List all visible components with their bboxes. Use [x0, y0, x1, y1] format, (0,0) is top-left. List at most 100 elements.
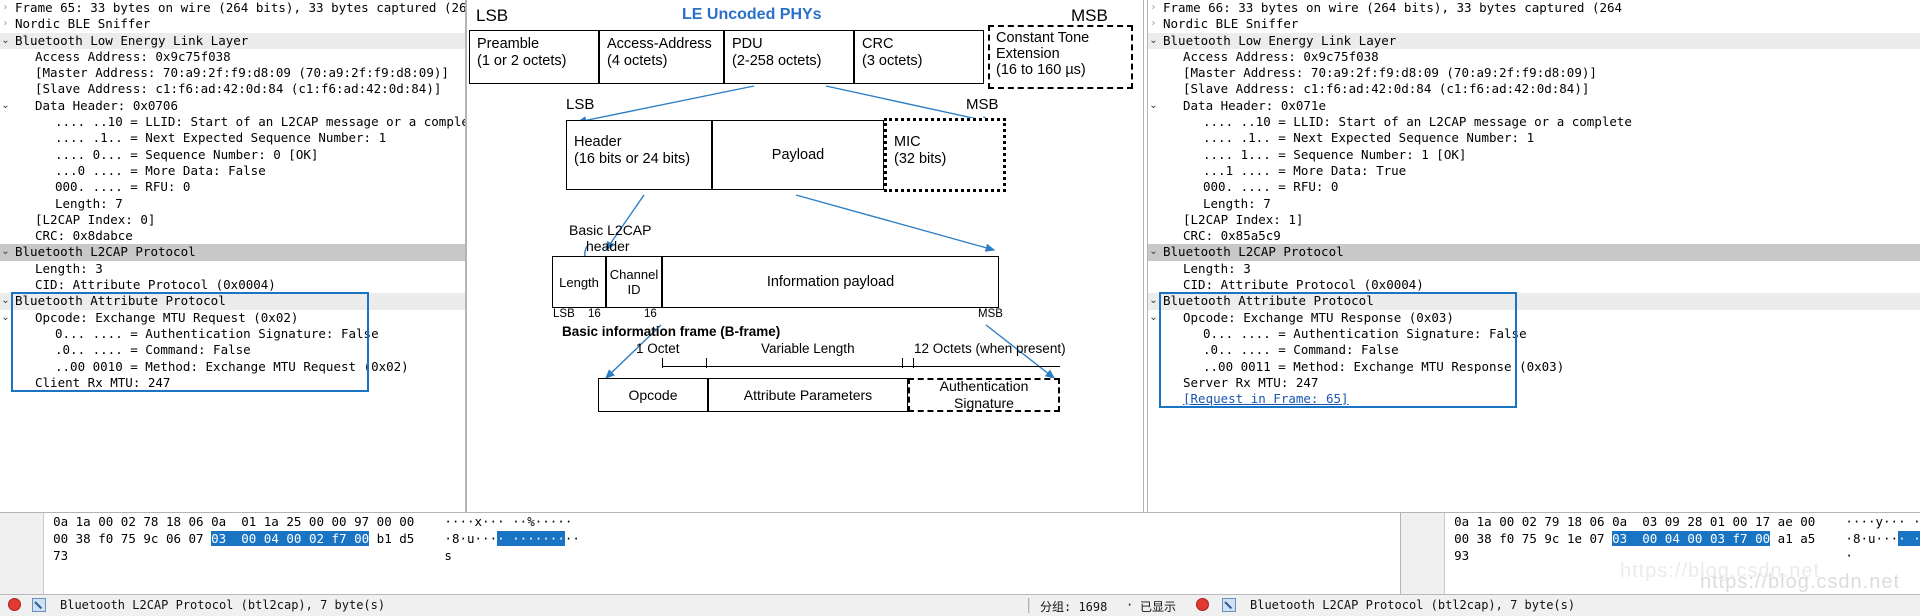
detail-row-label: CRC: 0x85a5c9 — [1183, 228, 1281, 244]
detail-row[interactable]: ⌄ Bluetooth Attribute Protocol — [0, 293, 465, 310]
detail-row[interactable]: Server Rx MTU: 247 — [1148, 375, 1920, 391]
detail-row-label: [L2CAP Index: 0] — [35, 211, 156, 227]
detail-row-label: 000. .... = RFU: 0 — [55, 179, 191, 195]
detail-row[interactable]: Access Address: 0x9c75f038 — [0, 49, 465, 65]
detail-row[interactable]: Length: 7 — [1148, 196, 1920, 212]
chevron-down-icon[interactable]: ⌄ — [0, 33, 11, 49]
chevron-down-icon[interactable]: ⌄ — [1148, 98, 1159, 114]
detail-row[interactable]: .... .1.. = Next Expected Sequence Numbe… — [1148, 130, 1920, 146]
detail-row[interactable]: .... ..10 = LLID: Start of an L2CAP mess… — [0, 114, 465, 130]
detail-row-label: 0... .... = Authentication Signature: Fa… — [55, 325, 379, 341]
detail-row[interactable]: 0... .... = Authentication Signature: Fa… — [1148, 326, 1920, 342]
chevron-down-icon[interactable]: ⌄ — [0, 98, 11, 114]
detail-row[interactable]: ⌄ Bluetooth Low Energy Link Layer — [1148, 32, 1920, 49]
detail-row[interactable]: Access Address: 0x9c75f038 — [1148, 49, 1920, 65]
hex-bytes-trailing: b1 d5 — [369, 531, 415, 546]
detail-row[interactable]: › Nordic BLE Sniffer — [1148, 16, 1920, 32]
detail-row[interactable]: CID: Attribute Protocol (0x0004) — [1148, 277, 1920, 293]
detail-row-label[interactable]: [Request in Frame: 65] — [1183, 391, 1349, 407]
detail-row[interactable]: Length: 7 — [0, 196, 465, 212]
l2cap-lsb-label: LSB — [553, 308, 575, 320]
detail-row[interactable]: 000. .... = RFU: 0 — [0, 179, 465, 195]
detail-row[interactable]: 000. .... = RFU: 0 — [1148, 179, 1920, 195]
detail-row[interactable]: ...0 .... = More Data: False — [0, 163, 465, 179]
detail-row-label: Bluetooth Low Energy Link Layer — [1163, 32, 1397, 48]
att-size-opcode: 1 Octet — [636, 341, 680, 356]
detail-row[interactable]: Length: 3 — [1148, 261, 1920, 277]
detail-row[interactable]: .... .1.. = Next Expected Sequence Numbe… — [0, 130, 465, 146]
chevron-right-icon[interactable]: › — [0, 16, 11, 32]
phy-field-access-address-name: Access-Address — [607, 36, 712, 52]
status-record-icon[interactable] — [8, 598, 21, 612]
chevron-right-icon[interactable]: › — [1148, 16, 1159, 32]
chevron-right-icon[interactable]: › — [1148, 0, 1159, 16]
status-edit-icon-right[interactable] — [1222, 598, 1236, 613]
detail-row-label: Frame 66: 33 bytes on wire (264 bits), 3… — [1163, 0, 1623, 15]
detail-row[interactable]: CRC: 0x8dabce — [0, 228, 465, 244]
packet-details-right[interactable]: › Frame 66: 33 bytes on wire (264 bits), … — [1147, 0, 1920, 512]
status-edit-icon[interactable] — [32, 598, 46, 613]
detail-row[interactable]: › Frame 66: 33 bytes on wire (264 bits), … — [1148, 0, 1920, 16]
detail-row[interactable]: ..00 0010 = Method: Exchange MTU Request… — [0, 359, 465, 375]
hex-dump-right[interactable]: 0000 0a 1a 00 02 79 18 06 0a 03 09 28 01… — [1400, 512, 1920, 594]
detail-row[interactable]: ⌄ Bluetooth L2CAP Protocol — [0, 244, 465, 261]
chevron-down-icon[interactable]: ⌄ — [1148, 33, 1159, 49]
detail-row[interactable]: [Slave Address: c1:f6:ad:42:0d:84 (c1:f6… — [1148, 81, 1920, 97]
detail-row[interactable]: ⌄ Opcode: Exchange MTU Request (0x02) — [0, 310, 465, 326]
detail-row[interactable]: .0.. .... = Command: False — [0, 342, 465, 358]
detail-row-label: Data Header: 0x071e — [1183, 97, 1326, 113]
detail-row[interactable]: .... 0... = Sequence Number: 0 [OK] — [0, 147, 465, 163]
detail-row[interactable]: CRC: 0x85a5c9 — [1148, 228, 1920, 244]
chevron-down-icon[interactable]: ⌄ — [0, 310, 11, 326]
hex-row[interactable]: 0020 73 s — [0, 547, 620, 564]
detail-row-label: [Slave Address: c1:f6:ad:42:0d:84 (c1:f6… — [1183, 81, 1590, 97]
detail-row[interactable]: ⌄ Bluetooth Low Energy Link Layer — [0, 32, 465, 49]
detail-row[interactable]: CID: Attribute Protocol (0x0004) — [0, 277, 465, 293]
detail-row-label: Length: 7 — [1203, 195, 1271, 211]
hex-row[interactable]: 0010 00 38 f0 75 9c 06 07 03 00 04 00 02… — [0, 530, 620, 547]
hex-row[interactable]: 0020 93 · — [1401, 547, 1920, 564]
hex-row[interactable]: 0000 0a 1a 00 02 78 18 06 0a 01 1a 25 00… — [0, 513, 620, 530]
detail-row[interactable]: .... 1... = Sequence Number: 1 [OK] — [1148, 147, 1920, 163]
detail-row[interactable]: Client Rx MTU: 247 — [0, 375, 465, 391]
detail-row[interactable]: [L2CAP Index: 1] — [1148, 212, 1920, 228]
detail-row[interactable]: [L2CAP Index: 0] — [0, 212, 465, 228]
status-record-icon-right[interactable] — [1152, 598, 1209, 612]
detail-row[interactable]: ...1 .... = More Data: True — [1148, 163, 1920, 179]
hex-row[interactable]: 0010 00 38 f0 75 9c 1e 07 03 00 04 00 03… — [1401, 530, 1920, 547]
detail-row[interactable]: 0... .... = Authentication Signature: Fa… — [0, 326, 465, 342]
hex-dump-left[interactable]: 0000 0a 1a 00 02 78 18 06 0a 01 1a 25 00… — [0, 512, 620, 594]
detail-row[interactable]: ⌄ Data Header: 0x071e — [1148, 98, 1920, 114]
detail-row[interactable]: .... ..10 = LLID: Start of an L2CAP mess… — [1148, 114, 1920, 130]
hex-row[interactable]: 0000 0a 1a 00 02 79 18 06 0a 03 09 28 01… — [1401, 513, 1920, 530]
detail-row[interactable]: [Master Address: 70:a9:2f:f9:d8:09 (70:a… — [1148, 65, 1920, 81]
basic-l2cap-header-label-line1: Basic L2CAP — [569, 222, 652, 238]
chevron-down-icon[interactable]: ⌄ — [1148, 244, 1159, 260]
detail-row-label: Length: 3 — [1183, 260, 1251, 276]
detail-row[interactable]: [Slave Address: c1:f6:ad:42:0d:84 (c1:f6… — [0, 81, 465, 97]
detail-row[interactable]: ⌄ Opcode: Exchange MTU Response (0x03) — [1148, 310, 1920, 326]
phy-field-access-address-size: (4 octets) — [607, 53, 668, 69]
chevron-down-icon[interactable]: ⌄ — [0, 293, 11, 309]
detail-row[interactable]: ..00 0011 = Method: Exchange MTU Respons… — [1148, 359, 1920, 375]
packet-details-left[interactable]: › Frame 65: 33 bytes on wire (264 bits), … — [0, 0, 466, 512]
detail-row[interactable]: ⌄ Data Header: 0x0706 — [0, 98, 465, 114]
detail-row[interactable]: Length: 3 — [0, 261, 465, 277]
detail-row[interactable]: [Request in Frame: 65] — [1148, 391, 1920, 407]
chevron-right-icon[interactable]: › — [0, 0, 11, 16]
chevron-down-icon[interactable]: ⌄ — [0, 244, 11, 260]
detail-row[interactable]: .0.. .... = Command: False — [1148, 342, 1920, 358]
chevron-down-icon[interactable]: ⌄ — [1148, 293, 1159, 309]
detail-row[interactable]: ⌄ Bluetooth Attribute Protocol — [1148, 293, 1920, 310]
detail-row[interactable]: ⌄ Bluetooth L2CAP Protocol — [1148, 244, 1920, 261]
detail-row[interactable]: › Frame 65: 33 bytes on wire (264 bits), … — [0, 0, 466, 16]
chevron-down-icon[interactable]: ⌄ — [1148, 310, 1159, 326]
hex-gutter-left — [0, 513, 44, 594]
detail-row[interactable]: › Nordic BLE Sniffer — [0, 16, 465, 32]
detail-row[interactable]: [Master Address: 70:a9:2f:f9:d8:09 (70:a… — [0, 65, 465, 81]
detail-row-label: .... 1... = Sequence Number: 1 [OK] — [1203, 146, 1467, 162]
